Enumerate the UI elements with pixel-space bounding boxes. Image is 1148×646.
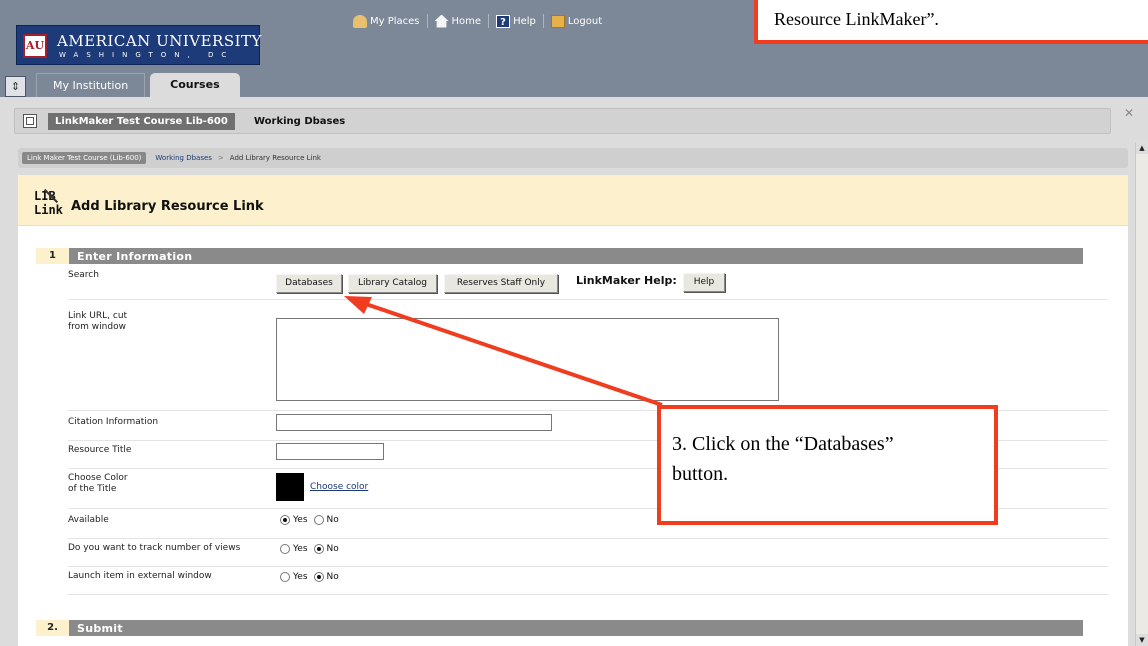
arrow-shaft xyxy=(359,300,663,407)
annotation-arrow xyxy=(344,296,663,407)
arrow-head-icon xyxy=(344,296,372,314)
callout-main-line2: button. xyxy=(672,463,729,485)
instruction-callout-main: 3. Click on the “Databases” button. xyxy=(657,405,998,525)
callout-main-line1: 3. Click on the “Databases” xyxy=(672,433,894,455)
